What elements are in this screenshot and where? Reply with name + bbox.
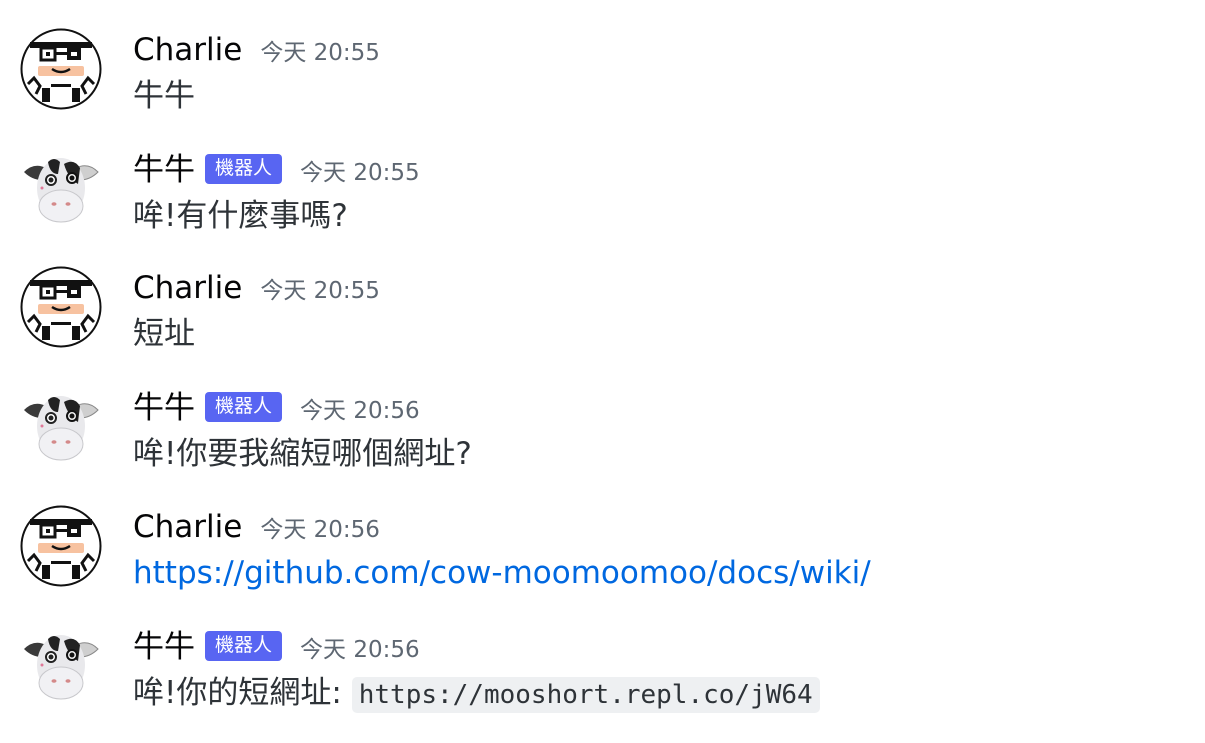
message-link[interactable]: https://github.com/cow-moomoomoo/docs/wi… [133,555,871,591]
bot-badge: 機器人 [205,631,283,661]
avatar[interactable] [20,386,102,468]
message-timestamp[interactable]: 今天 20:55 [260,269,380,313]
short-url-code: https://mooshort.repl.co/jW64 [351,677,820,713]
author-name[interactable]: 牛牛 [133,625,195,669]
message-item: 牛牛 機器人 今天 20:56 哞!你要我縮短哪個網址? [0,386,1205,496]
message-timestamp[interactable]: 今天 20:55 [260,31,380,75]
message-text: 哞!你要我縮短哪個網址? [133,436,472,472]
chat-log: Charlie 今天 20:55 牛牛 牛牛 機器人 今天 20:55 哞!有什… [0,0,1205,743]
avatar[interactable] [20,505,102,587]
message-item: 牛牛 機器人 今天 20:55 哞!有什麼事嗎? [0,148,1205,258]
author-name[interactable]: Charlie [133,28,242,72]
message-item: 牛牛 機器人 今天 20:56 哞!你的短網址: https://mooshor… [0,625,1205,735]
message-content: 牛牛 [133,72,195,120]
charlie-avatar-icon [20,266,102,348]
message-timestamp[interactable]: 今天 20:56 [260,508,380,552]
message-header: 牛牛 機器人 今天 20:56 [133,625,420,669]
charlie-avatar-icon [20,28,102,110]
avatar[interactable] [20,625,102,707]
message-content: 哞!你要我縮短哪個網址? [133,430,472,478]
message-header: Charlie 今天 20:56 [133,505,380,549]
message-content: https://github.com/cow-moomoomoo/docs/wi… [133,549,871,597]
message-content: 哞!有什麼事嗎? [133,192,348,240]
avatar[interactable] [20,148,102,230]
cow-avatar-icon [24,396,99,461]
avatar[interactable] [20,266,102,348]
message-header: 牛牛 機器人 今天 20:55 [133,148,420,192]
cow-avatar-icon [24,635,99,700]
message-timestamp[interactable]: 今天 20:56 [300,389,420,433]
avatar[interactable] [20,28,102,110]
message-text: 短址 [133,316,195,352]
bot-badge: 機器人 [205,392,283,422]
message-header: Charlie 今天 20:55 [133,266,380,310]
cow-avatar-icon [24,158,99,223]
message-text: 哞!你的短網址: [133,675,352,711]
message-item: Charlie 今天 20:55 牛牛 [0,28,1205,138]
message-timestamp[interactable]: 今天 20:56 [300,628,420,672]
message-header: 牛牛 機器人 今天 20:56 [133,386,420,430]
message-content: 哞!你的短網址: https://mooshort.repl.co/jW64 [133,669,820,719]
bot-badge: 機器人 [205,154,283,184]
author-name[interactable]: 牛牛 [133,386,195,430]
message-item: Charlie 今天 20:56 https://github.com/cow-… [0,505,1205,615]
message-content: 短址 [133,310,195,358]
message-item: Charlie 今天 20:55 短址 [0,266,1205,376]
message-header: Charlie 今天 20:55 [133,28,380,72]
author-name[interactable]: 牛牛 [133,148,195,192]
author-name[interactable]: Charlie [133,505,242,549]
author-name[interactable]: Charlie [133,266,242,310]
charlie-avatar-icon [20,505,102,587]
message-text: 哞!有什麼事嗎? [133,198,348,234]
message-text: 牛牛 [133,78,195,114]
message-timestamp[interactable]: 今天 20:55 [300,151,420,195]
